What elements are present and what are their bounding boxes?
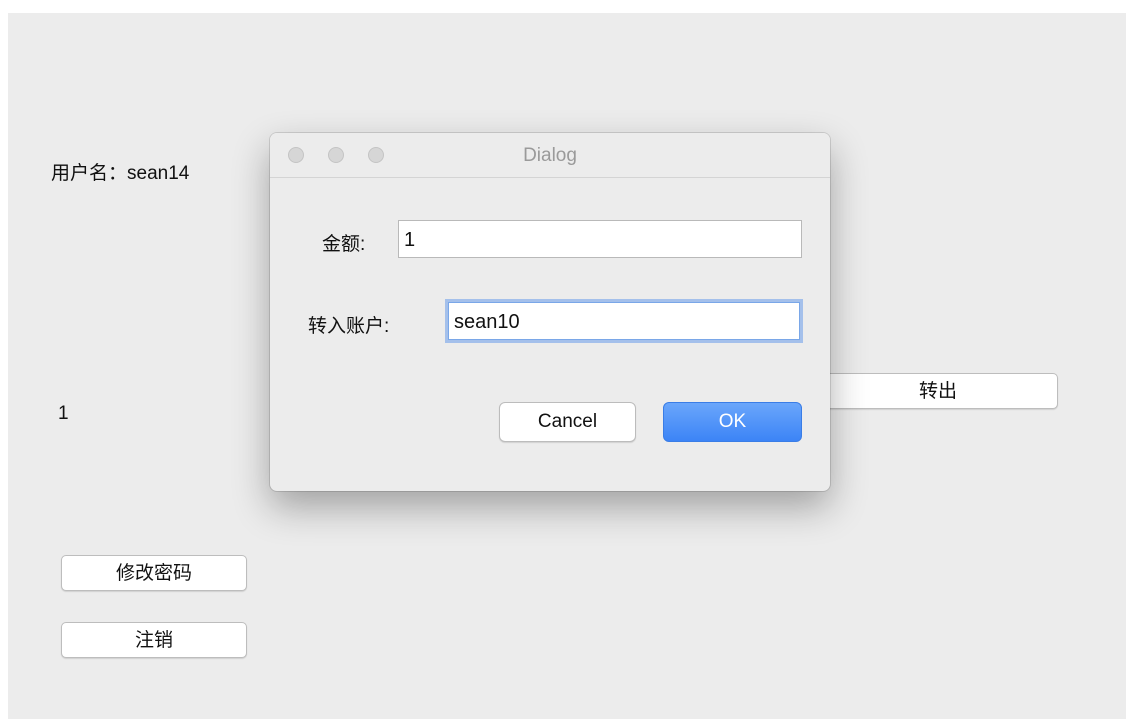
change-password-button[interactable]: 修改密码 <box>61 555 247 591</box>
logout-button[interactable]: 注销 <box>61 622 247 658</box>
username-label: 用户名：sean14 <box>51 163 190 184</box>
ok-button[interactable]: OK <box>663 402 802 442</box>
dialog-titlebar: Dialog <box>270 133 830 178</box>
cancel-button[interactable]: Cancel <box>499 402 636 442</box>
transfer-out-button[interactable]: 转出 <box>818 373 1058 409</box>
amount-label: 金额: <box>322 234 366 255</box>
account-input[interactable]: sean10 <box>448 302 800 340</box>
value-text: 1 <box>58 403 69 424</box>
account-label: 转入账户: <box>308 316 390 337</box>
amount-input[interactable]: 1 <box>398 220 802 258</box>
dialog-title: Dialog <box>523 145 577 166</box>
transfer-dialog: Dialog 金额: 1 转入账户: sean10 Cancel OK <box>270 133 830 491</box>
